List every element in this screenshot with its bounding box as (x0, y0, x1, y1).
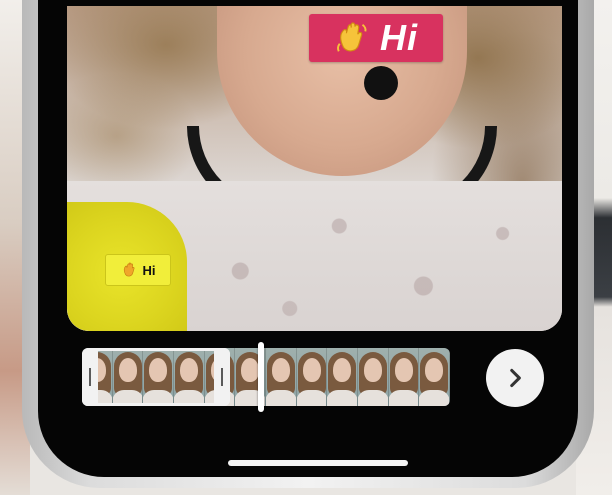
frame-thumbnail-face (333, 358, 352, 382)
sticker-preview-chip[interactable]: Hi (105, 254, 171, 286)
timeline-frame (266, 348, 297, 406)
trim-handle-start[interactable] (82, 348, 98, 406)
timeline-frame (388, 348, 420, 406)
video-timeline[interactable] (82, 348, 450, 406)
hi-sticker[interactable]: Hi (309, 14, 443, 62)
trim-handle-end[interactable] (214, 348, 230, 406)
frame-thumbnail-face (241, 358, 260, 382)
trim-selection[interactable] (82, 348, 230, 406)
frame-thumbnail-body (419, 390, 450, 406)
frame-thumbnail-face (394, 358, 413, 382)
frame-thumbnail-body (358, 390, 388, 406)
sticker-preview-label: Hi (142, 262, 156, 278)
timeline-playhead[interactable] (258, 342, 264, 412)
timeline-frame (358, 348, 389, 406)
frame-thumbnail-body (296, 390, 327, 406)
timeline-frame (296, 348, 328, 406)
frame-thumbnail-face (271, 358, 290, 382)
lapel-microphone (364, 66, 398, 100)
waving-hand-icon (123, 262, 134, 277)
frame-thumbnail-body (266, 390, 296, 406)
frame-thumbnail-face (425, 358, 444, 382)
frame-thumbnail-body (388, 390, 419, 406)
timeline-frame (419, 348, 450, 406)
phone-screen: Hi Hi (38, 0, 578, 477)
waving-hand-icon (337, 22, 367, 52)
sticker-label: Hi (380, 17, 418, 58)
chevron-right-icon (510, 368, 521, 388)
frame-thumbnail-face (302, 358, 321, 382)
frame-thumbnail-body (327, 390, 358, 406)
camera-preview: Hi Hi (67, 6, 562, 331)
home-indicator[interactable] (228, 460, 408, 466)
timeline-frame (327, 348, 359, 406)
next-button[interactable] (486, 349, 544, 407)
frame-thumbnail-face (363, 358, 382, 382)
